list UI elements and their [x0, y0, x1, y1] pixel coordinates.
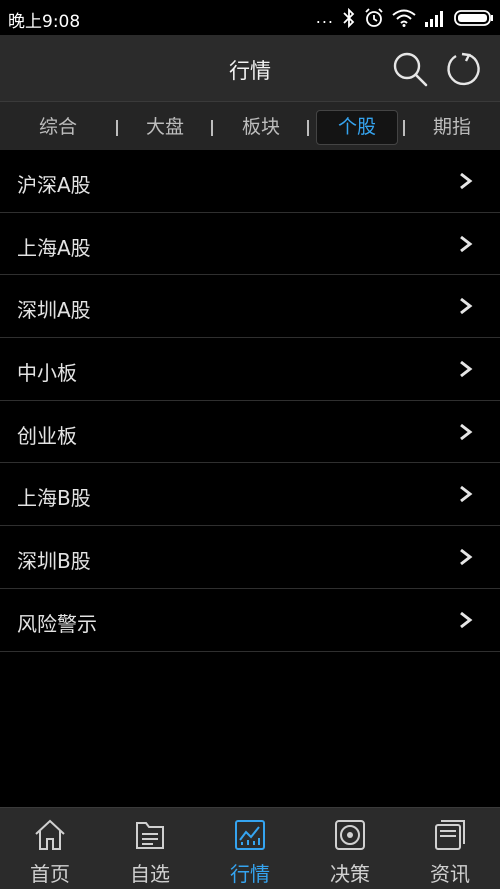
more-dots-icon: ...	[315, 8, 334, 27]
nav-label: 自选	[130, 862, 170, 886]
nav-label: 决策	[330, 862, 370, 886]
list-item-label: 中小板	[17, 361, 77, 386]
chevron-right-icon	[460, 298, 473, 315]
refresh-icon	[447, 52, 480, 86]
nav-item-watchlist[interactable]: 自选	[100, 808, 200, 889]
tab-divider	[116, 120, 118, 136]
list-item[interactable]: 上海A股	[0, 213, 500, 276]
list-item[interactable]: 风险警示	[0, 589, 500, 652]
signal-icon	[425, 11, 443, 27]
list-item[interactable]: 深圳B股	[0, 526, 500, 589]
list-item[interactable]: 沪深A股	[0, 150, 500, 213]
bluetooth-icon	[343, 8, 355, 28]
list-item[interactable]: 创业板	[0, 401, 500, 464]
list-item-label: 深圳B股	[17, 549, 91, 574]
header: 行情	[0, 35, 500, 101]
list-item-label: 上海B股	[17, 486, 91, 511]
nav-item-home[interactable]: 首页	[0, 808, 100, 889]
tab-bar: 综合 大盘 板块 个股 期指	[0, 101, 500, 150]
list-item-label: 上海A股	[17, 235, 91, 260]
battery-icon	[454, 10, 493, 26]
chart-icon	[235, 820, 265, 850]
tab-dapan[interactable]: 大盘	[124, 110, 206, 145]
chevron-right-icon	[460, 172, 473, 190]
nav-label: 资讯	[430, 862, 470, 886]
chevron-right-icon	[460, 423, 473, 440]
status-time: 晚上9:08	[8, 12, 81, 32]
tab-divider	[403, 120, 405, 136]
tab-gegu[interactable]: 个股	[316, 110, 398, 145]
refresh-button[interactable]	[445, 50, 483, 88]
list-item-label: 深圳A股	[17, 298, 91, 323]
list-item-label: 风险警示	[17, 611, 97, 636]
chevron-right-icon	[460, 486, 473, 503]
nav-label: 行情	[230, 862, 270, 886]
tab-divider	[211, 120, 213, 136]
chevron-right-icon	[460, 548, 473, 566]
wifi-icon	[392, 9, 416, 27]
bottom-nav: 首页 自选 行情 决策 资讯	[0, 807, 500, 889]
home-icon	[35, 819, 65, 850]
alarm-icon	[365, 8, 383, 27]
tab-bankuai[interactable]: 板块	[220, 110, 302, 145]
list-item[interactable]: 深圳A股	[0, 275, 500, 339]
status-bar: 晚上9:08 ...	[0, 0, 500, 35]
list-item-label: 沪深A股	[17, 173, 91, 197]
chevron-right-icon	[460, 235, 473, 252]
folder-icon	[136, 822, 164, 849]
search-icon	[393, 52, 428, 87]
list-item-label: 创业板	[17, 423, 77, 448]
nav-label: 首页	[30, 862, 70, 886]
nav-item-decision[interactable]: 决策	[300, 808, 400, 889]
target-icon	[335, 820, 365, 850]
tab-qizhi[interactable]: 期指	[411, 110, 493, 145]
chevron-right-icon	[460, 611, 473, 628]
search-button[interactable]	[391, 50, 429, 88]
stock-category-list: 沪深A股 上海A股 深圳A股 中小板 创业板 上海B股 深圳B股 风险警示	[0, 150, 500, 652]
tab-divider	[307, 120, 309, 136]
nav-item-news[interactable]: 资讯	[400, 808, 500, 889]
tab-zonghe[interactable]: 综合	[17, 110, 99, 145]
nav-item-market[interactable]: 行情	[200, 808, 300, 889]
news-icon	[435, 820, 465, 850]
list-item[interactable]: 上海B股	[0, 463, 500, 527]
list-item[interactable]: 中小板	[0, 338, 500, 401]
chevron-right-icon	[460, 360, 473, 378]
status-icons: ...	[308, 6, 494, 30]
